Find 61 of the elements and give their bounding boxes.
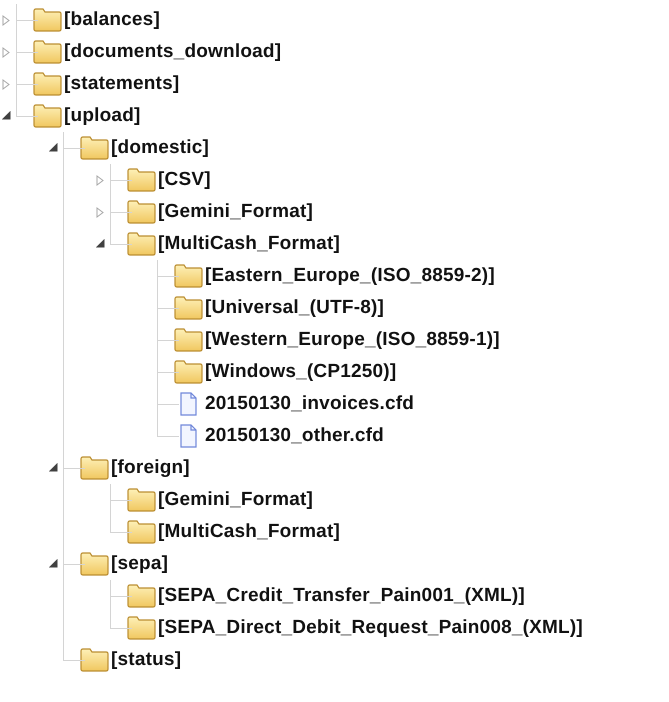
folder-icon — [125, 199, 157, 225]
tree-item[interactable]: [domestic] — [78, 132, 210, 164]
item-label: [Western_Europe_(ISO_8859-1)] — [205, 329, 500, 351]
folder-icon — [172, 295, 204, 321]
item-label: [SEPA_Direct_Debit_Request_Pain008_(XML)] — [158, 617, 583, 639]
folder-icon — [78, 647, 110, 673]
tree-item[interactable]: [Gemini_Format] — [125, 484, 314, 516]
folder-icon — [172, 327, 204, 353]
folder-icon — [125, 167, 157, 193]
tree-item[interactable]: [SEPA_Credit_Transfer_Pain001_(XML)] — [125, 580, 525, 612]
tree-item[interactable]: 20150130_other.cfd — [172, 420, 384, 452]
tree-item[interactable]: [documents_download] — [31, 36, 282, 68]
tree-item[interactable]: 20150130_invoices.cfd — [172, 388, 414, 420]
item-label: [Universal_(UTF-8)] — [205, 297, 384, 319]
tree-item[interactable]: [Universal_(UTF-8)] — [172, 292, 384, 324]
folder-icon — [172, 359, 204, 385]
folder-icon — [31, 39, 63, 65]
tree-item[interactable]: [Eastern_Europe_(ISO_8859-2)] — [172, 260, 495, 292]
folder-icon — [31, 103, 63, 129]
item-label: [Eastern_Europe_(ISO_8859-2)] — [205, 265, 495, 287]
folder-icon — [31, 7, 63, 33]
tree-item[interactable]: [sepa] — [78, 548, 168, 580]
folder-icon — [125, 231, 157, 257]
item-label: [SEPA_Credit_Transfer_Pain001_(XML)] — [158, 585, 525, 607]
tree-item[interactable]: [status] — [78, 644, 182, 676]
tree-item[interactable]: [MultiCash_Format] — [125, 516, 340, 548]
tree-item[interactable]: [Western_Europe_(ISO_8859-1)] — [172, 324, 500, 356]
item-label: [documents_download] — [64, 41, 282, 63]
tree-item[interactable]: [balances] — [31, 4, 160, 36]
folder-icon — [125, 615, 157, 641]
item-label: [balances] — [64, 9, 160, 31]
item-label: 20150130_invoices.cfd — [205, 393, 414, 415]
folder-icon — [125, 487, 157, 513]
item-label: [Gemini_Format] — [158, 489, 314, 511]
item-label: [domestic] — [111, 137, 210, 159]
folder-icon — [78, 135, 110, 161]
folder-icon — [125, 519, 157, 545]
item-label: [foreign] — [111, 457, 190, 479]
tree-item[interactable]: [Windows_(CP1250)] — [172, 356, 396, 388]
tree-item[interactable]: [CSV] — [125, 164, 211, 196]
item-label: [status] — [111, 649, 182, 671]
folder-icon — [125, 583, 157, 609]
tree-item[interactable]: [statements] — [31, 68, 180, 100]
folder-icon — [31, 71, 63, 97]
tree-item[interactable]: [foreign] — [78, 452, 190, 484]
item-label: [MultiCash_Format] — [158, 521, 340, 543]
item-label: [Gemini_Format] — [158, 201, 314, 223]
folder-icon — [172, 263, 204, 289]
item-label: 20150130_other.cfd — [205, 425, 384, 447]
item-label: [Windows_(CP1250)] — [205, 361, 396, 383]
tree-item[interactable]: [upload] — [31, 100, 141, 132]
tree-item[interactable]: [SEPA_Direct_Debit_Request_Pain008_(XML)] — [125, 612, 583, 644]
item-label: [upload] — [64, 105, 141, 127]
item-label: [statements] — [64, 73, 180, 95]
item-label: [sepa] — [111, 553, 168, 575]
tree-item[interactable]: [Gemini_Format] — [125, 196, 314, 228]
folder-icon — [78, 455, 110, 481]
tree-item[interactable]: [MultiCash_Format] — [125, 228, 340, 260]
folder-icon — [78, 551, 110, 577]
item-label: [CSV] — [158, 169, 211, 191]
item-label: [MultiCash_Format] — [158, 233, 340, 255]
